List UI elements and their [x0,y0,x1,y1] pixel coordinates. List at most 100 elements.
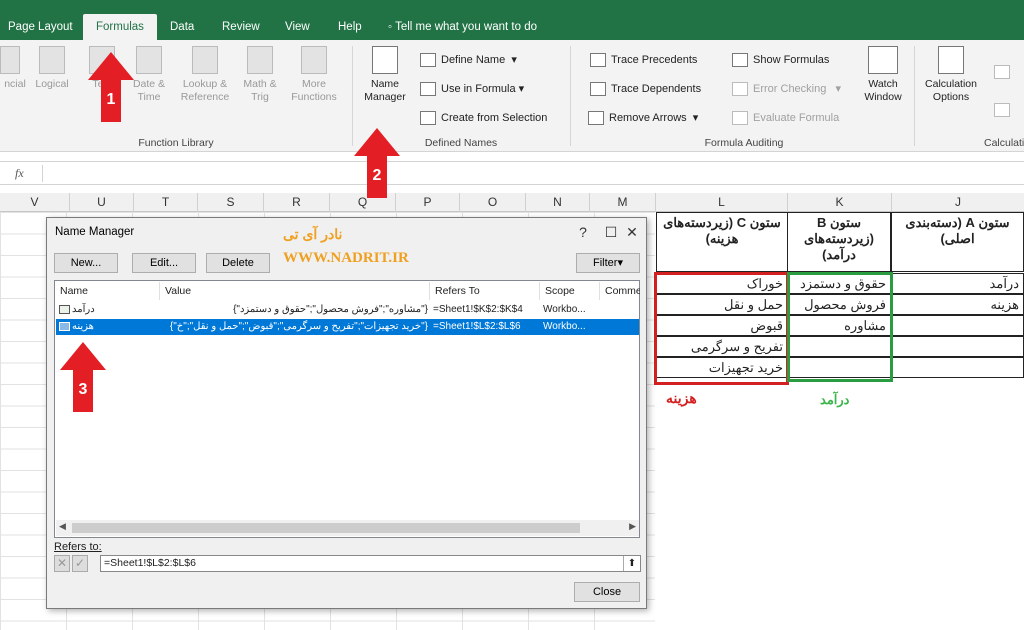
formula-bar: fx [0,161,1024,185]
confirm-edit-icon[interactable]: ✓ [72,555,88,572]
trace-dependents-icon [590,82,606,97]
lookup-reference-button[interactable]: Lookup & Reference [176,46,234,104]
help-icon[interactable]: ? [571,222,595,242]
cell-j5[interactable] [891,336,1024,357]
dropdown-arrow-icon: ▾ [515,83,525,95]
date-time-button[interactable]: Date & Time [128,46,170,104]
names-list[interactable]: Name Value Refers To Scope Commen درآمد … [54,280,640,538]
watermark-url: WWW.NADRIT.IR [283,250,409,266]
refers-to-input[interactable]: =Sheet1!$L$2:$L$6 [100,555,641,572]
logical-label: Logical [35,78,69,90]
fx-icon[interactable]: fx [15,166,24,181]
cancel-edit-icon[interactable]: ✕ [54,555,70,572]
error-checking-button[interactable]: Error Checking ▾ [732,79,841,99]
row-name-cell: درآمد [59,302,159,318]
edit-button[interactable]: Edit... [132,253,196,273]
collapse-dialog-icon[interactable]: ⬆ [623,556,640,571]
calculation-options-button[interactable]: Calculation Options [918,46,984,104]
formula-input[interactable] [42,165,1022,182]
cell-j6[interactable] [891,357,1024,378]
cell-j3[interactable]: هزینه [891,294,1024,315]
row-scope: Workbo... [543,321,586,332]
close-button[interactable]: Close [574,582,640,602]
dropdown-arrow-icon: ▾ [617,257,623,269]
new-button[interactable]: New... [54,253,118,273]
list-header-value[interactable]: Value [160,282,430,300]
logical-button[interactable]: Logical [32,46,72,91]
list-header-refers-to[interactable]: Refers To [430,282,540,300]
more-functions-label: More Functions [291,78,337,103]
use-in-formula-button[interactable]: Use in Formula ▾ [420,79,524,99]
list-header-name[interactable]: Name [55,282,160,300]
name-manager-button[interactable]: Name Manager [360,46,410,104]
trace-precedents-button[interactable]: Trace Precedents [590,50,697,70]
scrollbar-thumb[interactable] [72,523,580,533]
close-icon[interactable]: ✕ [620,222,644,242]
column-header-v[interactable]: V [0,193,70,212]
calculate-sheet-button[interactable] [994,100,1015,120]
column-header-m[interactable]: M [590,193,656,212]
watch-window-button[interactable]: Watch Window [858,46,908,104]
create-from-selection-button[interactable]: Create from Selection [420,108,547,128]
column-header-o[interactable]: O [460,193,526,212]
scroll-left-icon[interactable]: ◀ [59,521,66,532]
dropdown-arrow-icon: ▾ [505,54,517,66]
arrow-head-icon [60,342,106,370]
list-header-comment[interactable]: Commen [600,282,640,300]
tab-data[interactable]: Data [170,14,194,40]
header-cell-k[interactable]: ستون B (زیردسته‌های درآمد) [787,212,891,272]
tab-review[interactable]: Review [222,14,260,40]
dropdown-arrow-icon: ▾ [686,112,699,124]
calculate-now-button[interactable] [994,62,1015,82]
scroll-right-icon[interactable]: ▶ [629,521,636,532]
list-row-income[interactable]: درآمد {"مشاوره";"فروش محصول";"حقوق و دست… [56,302,639,318]
column-header-u[interactable]: U [70,193,134,212]
delete-button[interactable]: Delete [206,253,270,273]
math-trig-button[interactable]: Math & Trig [238,46,282,104]
tab-help[interactable]: Help [338,14,362,40]
row-refers: =Sheet1!$L$2:$L$6 [433,321,521,332]
header-cell-l[interactable]: ستون C (زیردسته‌های هزینه) [656,212,788,272]
show-formulas-button[interactable]: Show Formulas [732,50,829,70]
column-header-j[interactable]: J [892,193,1024,212]
column-header-r[interactable]: R [264,193,330,212]
column-header-n[interactable]: N [526,193,590,212]
filter-button[interactable]: Filter▾ [576,253,640,273]
remove-arrows-button[interactable]: Remove Arrows ▾ [588,108,698,128]
glasses-icon [868,46,898,74]
header-cell-j[interactable]: ستون A (دسته‌بندی اصلی) [891,212,1024,272]
row-value: {"خرید تجهیزات";"تفریح و سرگرمی";"قبوض";… [169,321,428,332]
column-header-p[interactable]: P [396,193,460,212]
list-header-scope[interactable]: Scope [540,282,600,300]
evaluate-formula-button[interactable]: Evaluate Formula [732,108,839,128]
callout-number-2: 2 [367,156,387,198]
callout-number-1: 1 [101,80,121,122]
tab-page-layout[interactable]: Page Layout [8,14,73,40]
green-highlight-box [787,272,893,382]
horizontal-scrollbar[interactable]: ◀ ▶ [56,520,639,536]
column-header-t[interactable]: T [134,193,198,212]
column-header-s[interactable]: S [198,193,264,212]
tab-view[interactable]: View [285,14,310,40]
row-scope: Workbo... [543,304,586,315]
financial-button[interactable]: ncial [0,46,30,91]
red-highlight-box [654,272,789,385]
income-caption: درآمد [820,392,850,407]
column-header-k[interactable]: K [788,193,892,212]
tell-me-text: Tell me what you want to do [395,21,537,33]
column-header-l[interactable]: L [656,193,788,212]
define-name-button[interactable]: Define Name ▾ [420,50,517,70]
cell-j4[interactable] [891,315,1024,336]
tell-me-box[interactable]: ◦ Tell me what you want to do [388,14,537,40]
magnifier-icon [192,46,218,74]
dropdown-arrow-icon: ▾ [826,83,842,95]
create-from-selection-label: Create from Selection [441,112,548,124]
cell-j2[interactable]: درآمد [891,273,1024,294]
list-row-expense[interactable]: هزینه {"خرید تجهیزات";"تفریح و سرگرمی";"… [56,319,639,335]
more-functions-button[interactable]: More Functions [286,46,342,104]
tab-formulas[interactable]: Formulas [83,14,157,40]
arrow-head-icon [354,128,400,156]
error-checking-icon [732,82,748,97]
define-name-label: Define Name [441,54,506,66]
trace-dependents-button[interactable]: Trace Dependents [590,79,701,99]
